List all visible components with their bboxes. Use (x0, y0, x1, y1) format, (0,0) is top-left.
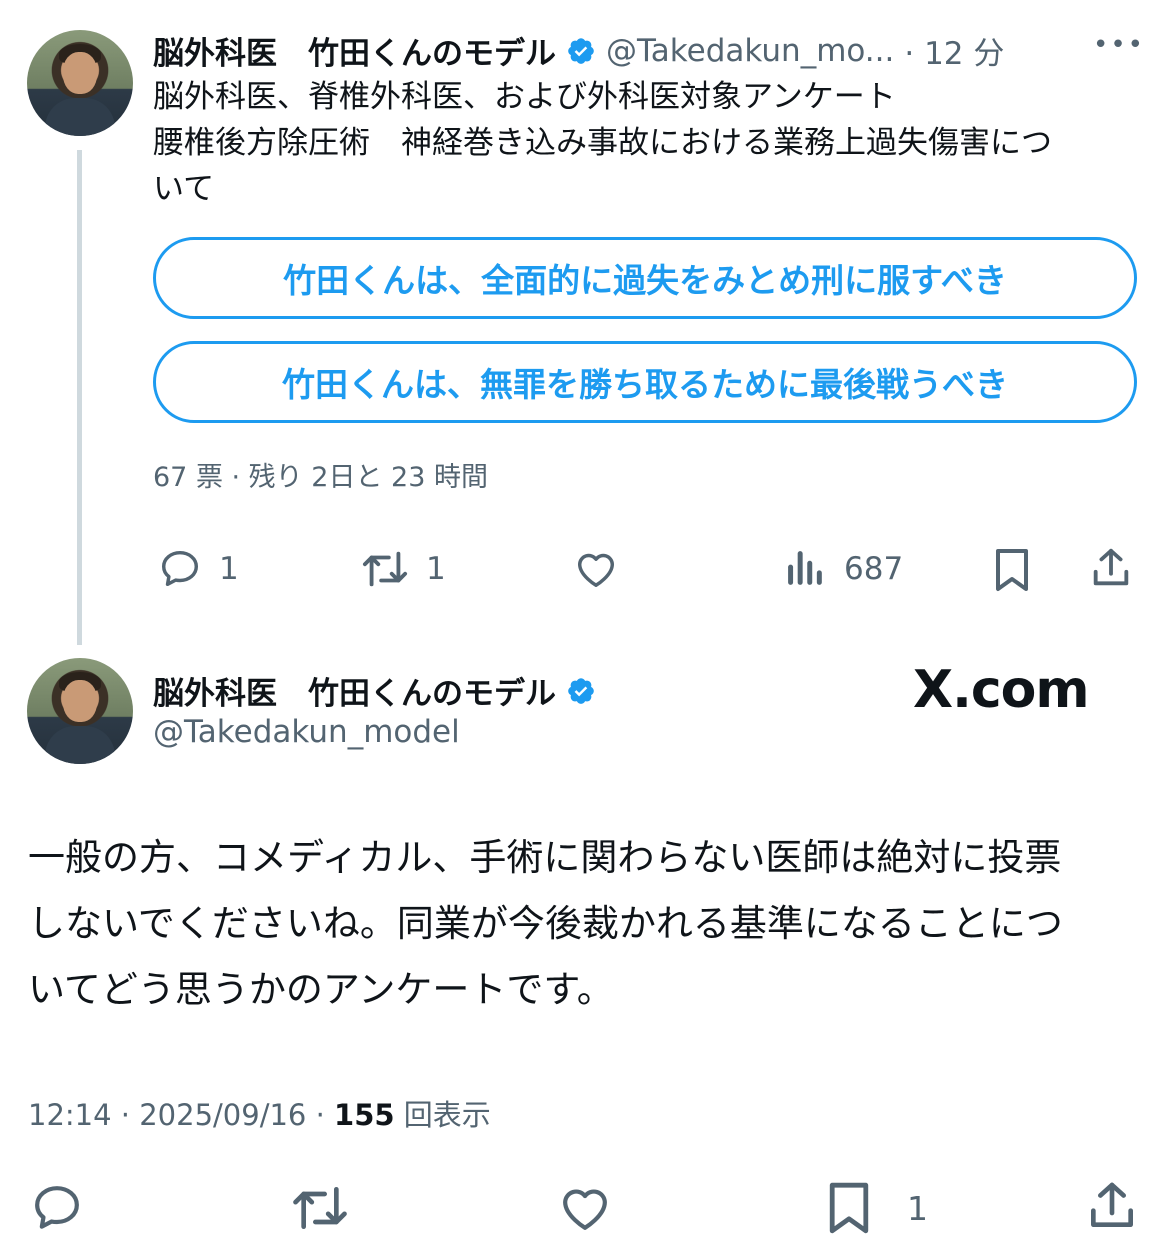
text-line: 一般の方、コメディカル、手術に関わらない医師は絶対に投票 (28, 836, 1062, 879)
repost-button[interactable] (287, 1180, 353, 1236)
text-line: しないでくださいね。同業が今後裁かれる基準になることにつ (28, 902, 1063, 945)
text-line: いてどう思うかのアンケートです。 (28, 968, 614, 1011)
like-button[interactable] (572, 546, 620, 592)
text-line: 腰椎後方除圧術 神経巻き込み事故における業務上過失傷害につ (153, 125, 1052, 161)
reply-icon (161, 550, 199, 587)
views-label: 回表示 (394, 1098, 491, 1132)
bookmark-button[interactable]: 1 (825, 1178, 928, 1238)
text-line: いて (153, 171, 215, 207)
reply-button[interactable] (28, 1180, 86, 1236)
poll-option-2[interactable]: 竹田くんは、無罪を勝ち取るために最後戦うべき (153, 341, 1137, 423)
tweet-meta: 12:14 · 2025/09/16 · 155 回表示 (28, 1092, 491, 1134)
share-button[interactable] (1084, 1176, 1140, 1236)
views-count: 687 (844, 551, 904, 587)
share-button[interactable] (1088, 544, 1134, 592)
share-icon (1091, 1182, 1133, 1227)
poll-option-1[interactable]: 竹田くんは、全面的に過失をみとめ刑に服すべき (153, 237, 1137, 319)
verified-badge-icon (568, 677, 594, 704)
x-logo: X.com (913, 660, 1090, 720)
like-icon (577, 553, 615, 588)
like-button[interactable] (555, 1180, 615, 1236)
handle[interactable]: @Takedakun_model (153, 714, 460, 750)
repost-count: 1 (426, 551, 446, 587)
more-icon[interactable]: ••• (1093, 30, 1145, 60)
timestamp[interactable]: · 12 分 (904, 28, 1004, 73)
repost-button[interactable]: 1 (358, 546, 446, 592)
like-icon (563, 1189, 607, 1230)
views-icon (788, 551, 822, 585)
tweet2-header: 脳外科医 竹田くんのモデル (153, 668, 596, 713)
display-name[interactable]: 脳外科医 竹田くんのモデル (153, 28, 556, 73)
bookmark-count: 1 (907, 1188, 928, 1228)
views-button[interactable]: 687 (784, 546, 903, 592)
share-icon (1093, 548, 1129, 586)
avatar[interactable] (27, 658, 133, 764)
tweet2-text: 一般の方、コメディカル、手術に関わらない医師は絶対に投票 しないでくださいね。同… (28, 825, 1138, 1023)
reply-button[interactable]: 1 (157, 546, 239, 592)
reply-count: 1 (219, 551, 239, 587)
avatar[interactable] (27, 30, 133, 136)
bookmark-icon (996, 549, 1028, 591)
tweet1-header: 脳外科医 竹田くんのモデル @Takedakun_mo... · 12 分 (153, 28, 1004, 73)
handle[interactable]: @Takedakun_mo... (606, 33, 894, 69)
verified-badge-icon (568, 37, 594, 64)
timestamp[interactable]: 12:14 · 2025/09/16 · (28, 1098, 334, 1132)
reply-icon (35, 1186, 79, 1229)
display-name[interactable]: 脳外科医 竹田くんのモデル (153, 668, 556, 713)
bookmark-button[interactable] (991, 546, 1033, 594)
repost-icon (362, 551, 408, 587)
text-line: 脳外科医、脊椎外科医、および外科医対象アンケート (153, 79, 896, 115)
tweet1-text: 脳外科医、脊椎外科医、および外科医対象アンケート 腰椎後方除圧術 神経巻き込み事… (153, 74, 1143, 212)
poll-meta: 67 票 · 残り 2日と 23 時間 (153, 462, 488, 493)
bookmark-icon (829, 1182, 869, 1234)
repost-icon (293, 1187, 347, 1229)
thread-line (77, 150, 82, 645)
views-count: 155 (334, 1098, 395, 1132)
